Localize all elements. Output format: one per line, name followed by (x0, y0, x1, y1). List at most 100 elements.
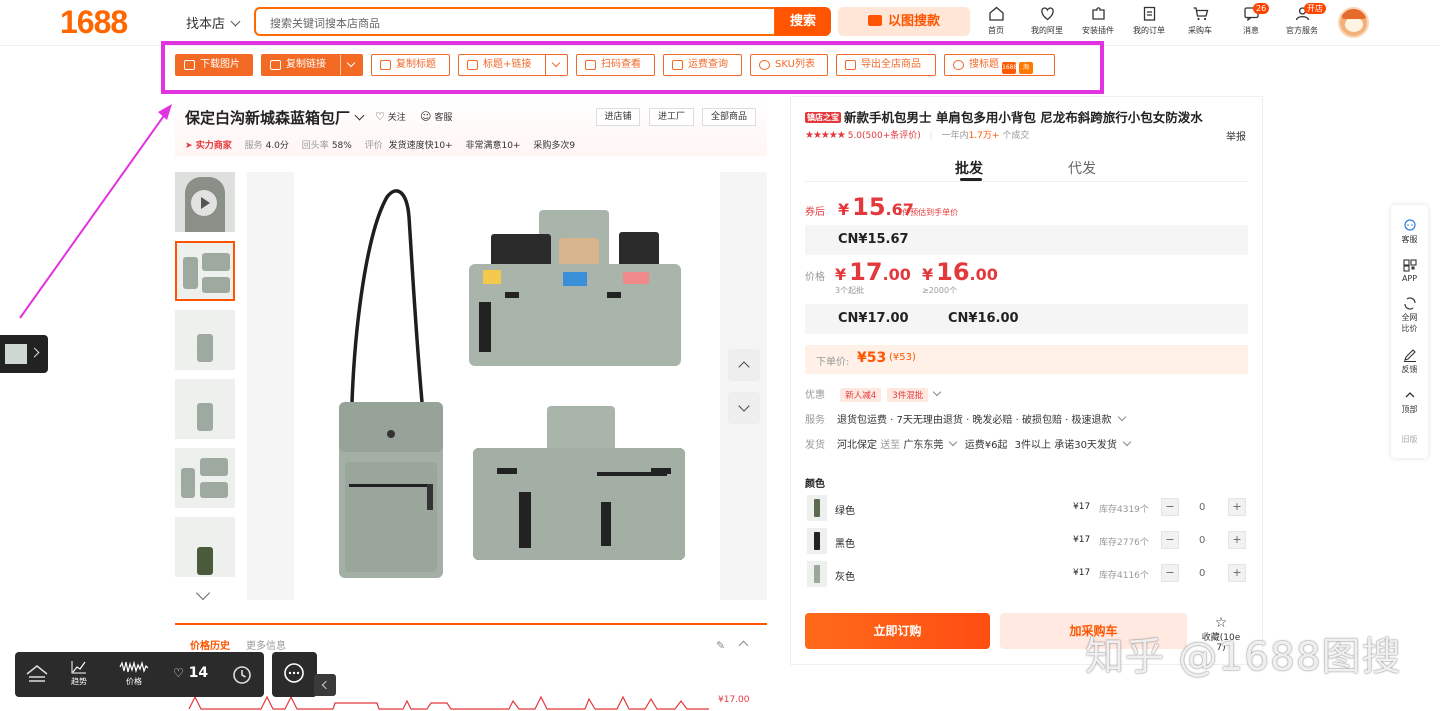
collapse-toolbar-button[interactable] (314, 674, 336, 696)
quantity-increase-button[interactable]: + (1228, 498, 1246, 516)
export-store-button[interactable]: 导出全店商品 (836, 54, 936, 76)
sku-thumbnail[interactable] (807, 561, 827, 587)
report-link[interactable]: 举报 (1226, 128, 1246, 143)
shipping-query-button[interactable]: 运费查询 (663, 54, 742, 76)
copy-title-button[interactable]: 复制标题 (371, 54, 450, 76)
scan-code-button[interactable]: 扫码查看 (576, 54, 655, 76)
heart-icon (1039, 6, 1056, 21)
side-preview-toggle[interactable] (0, 335, 48, 373)
thumbnail-1[interactable] (175, 241, 235, 301)
shop-name[interactable]: 保定白沟新城森蓝箱包厂 (185, 107, 365, 128)
edit-icon[interactable]: ✎ (716, 639, 725, 652)
tab-price-history[interactable]: 价格历史 (190, 637, 230, 652)
nav-official-service[interactable]: 官方服务 开店 (1276, 3, 1328, 36)
sku-thumbnail[interactable] (807, 495, 827, 521)
history-icon[interactable] (231, 664, 253, 688)
copy-link-button[interactable]: 复制链接 (261, 54, 363, 76)
sidebar-item-compare[interactable]: 全网比价 (1391, 297, 1428, 334)
cn-coupon-row: CN¥15.67 (805, 225, 1248, 255)
open-store-badge: 开店 (1304, 3, 1326, 14)
thumbnail-video[interactable] (175, 172, 235, 232)
quantity-decrease-button[interactable]: − (1161, 498, 1179, 516)
image-search-button[interactable]: 以图搜款 (838, 7, 970, 36)
promo-tag: 新人减4 (840, 388, 882, 402)
chevron-down-icon (230, 16, 241, 27)
sku-thumbnail[interactable] (807, 528, 827, 554)
user-avatar[interactable] (1338, 7, 1369, 38)
copy-icon (380, 60, 391, 70)
sidebar-item-app[interactable]: APP (1391, 259, 1428, 283)
thumbnail-2[interactable] (175, 310, 235, 370)
copy-icon (467, 60, 478, 70)
quantity-increase-button[interactable]: + (1228, 564, 1246, 582)
chat-button[interactable] (272, 652, 317, 697)
quantity-input[interactable]: 0 (1199, 502, 1205, 513)
nav-my-orders[interactable]: 我的订单 (1123, 6, 1175, 36)
annotation-arrow (19, 104, 172, 319)
sidebar-item-top[interactable]: 顶部 (1391, 389, 1428, 415)
tab-more-info[interactable]: 更多信息 (246, 637, 286, 652)
image-scroll-down[interactable] (728, 392, 760, 424)
download-images-button[interactable]: 下载图片 (175, 54, 253, 76)
chart-icon (71, 661, 86, 674)
quantity-input[interactable]: 0 (1199, 535, 1205, 546)
store-scope-select[interactable]: 找本店 (186, 13, 241, 32)
image-scroll-up[interactable] (728, 349, 760, 381)
quantity-decrease-button[interactable]: − (1161, 564, 1179, 582)
thumbnail-4[interactable] (175, 448, 235, 508)
chevron-right-icon (29, 347, 40, 358)
play-icon (191, 190, 217, 216)
nav-purchase-cart[interactable]: 采购车 (1174, 6, 1226, 36)
sidebar-item-service[interactable]: 客服 (1391, 219, 1428, 245)
title-link-button[interactable]: 标题+链接 (458, 54, 568, 76)
chevron-down-icon[interactable] (340, 55, 362, 75)
chevron-down-icon[interactable] (545, 55, 567, 75)
message-count-badge: 26 (1253, 3, 1270, 14)
search-input[interactable]: 搜索关键词搜本店商品 (254, 7, 776, 36)
search-title-button[interactable]: 搜标题 1688 淘 (944, 54, 1055, 76)
sku-list-button[interactable]: SKU列表 (750, 54, 828, 76)
quantity-decrease-button[interactable]: − (1161, 531, 1179, 549)
site-logo[interactable]: 1688 (60, 4, 128, 41)
tier-1-moq: 3个起批 (835, 286, 865, 295)
thumbnail-3[interactable] (175, 379, 235, 439)
shipping-row[interactable]: 发货 河北保定 送至 广东东莞 运费¥6起 3件以上 承诺30天发货 (805, 436, 1132, 451)
export-icon (845, 60, 856, 70)
price-button[interactable]: 价格 (119, 660, 149, 687)
quantity-increase-button[interactable]: + (1228, 531, 1246, 549)
main-product-image[interactable] (247, 172, 767, 600)
discount-row[interactable]: 优惠 新人减4 3件混批 (805, 386, 942, 402)
enter-store-button[interactable]: 进店铺 (596, 108, 640, 126)
home-icon[interactable] (25, 664, 49, 686)
nav-home[interactable]: 首页 (970, 6, 1022, 36)
nav-my-ali[interactable]: 我的阿里 (1021, 6, 1073, 36)
shop-service-button[interactable]: ☺ 客服 (420, 110, 452, 123)
thumbnail-5[interactable] (175, 517, 235, 577)
tier-price-1: ¥17.00 (835, 258, 911, 286)
all-products-button[interactable]: 全部商品 (702, 108, 756, 126)
product-rating[interactable]: ★★★★★ 5.0(500+条评价) | 一年内1.7万+ 个成交 (805, 128, 1029, 141)
buy-now-button[interactable]: 立即订购 (805, 613, 990, 649)
enter-factory-button[interactable]: 进工厂 (649, 108, 694, 126)
link-icon (270, 60, 281, 70)
qr-icon (585, 60, 596, 70)
sidebar-item-feedback[interactable]: 反馈 (1391, 349, 1428, 375)
sku-row: 灰色 ¥17 库存4116个 − 0 + (805, 561, 1248, 589)
tab-dropship[interactable]: 代发 (1068, 158, 1096, 178)
sidebar-item-old-version[interactable]: 旧版 (1391, 434, 1428, 445)
follow-shop-button[interactable]: ♡ 关注 (375, 110, 406, 123)
product-title: 镇店之宝 新款手机包男士 单肩包多用小背包 尼龙布斜跨旅行小包女防泼水 (805, 110, 1203, 125)
tab-wholesale[interactable]: 批发 (955, 158, 983, 178)
quantity-input[interactable]: 0 (1199, 568, 1205, 579)
nav-install-plugin[interactable]: 安装插件 (1072, 6, 1124, 36)
compare-icon (1403, 297, 1417, 310)
tag-taobao[interactable]: 淘 (1019, 62, 1033, 74)
trend-button[interactable]: 趋势 (71, 660, 87, 687)
chevron-down-icon (948, 437, 957, 447)
tag-1688[interactable]: 1688 (1002, 62, 1017, 74)
services-row[interactable]: 服务 退货包运费 · 7天无理由退货 · 晚发必赔 · 破损包赔 · 极速退款 (805, 411, 1126, 426)
thumbnails-scroll-down[interactable] (195, 585, 211, 601)
like-button[interactable]: ♡ 14 (173, 665, 208, 681)
search-button[interactable]: 搜索 (775, 7, 831, 36)
nav-messages[interactable]: 消息 26 (1225, 3, 1277, 36)
